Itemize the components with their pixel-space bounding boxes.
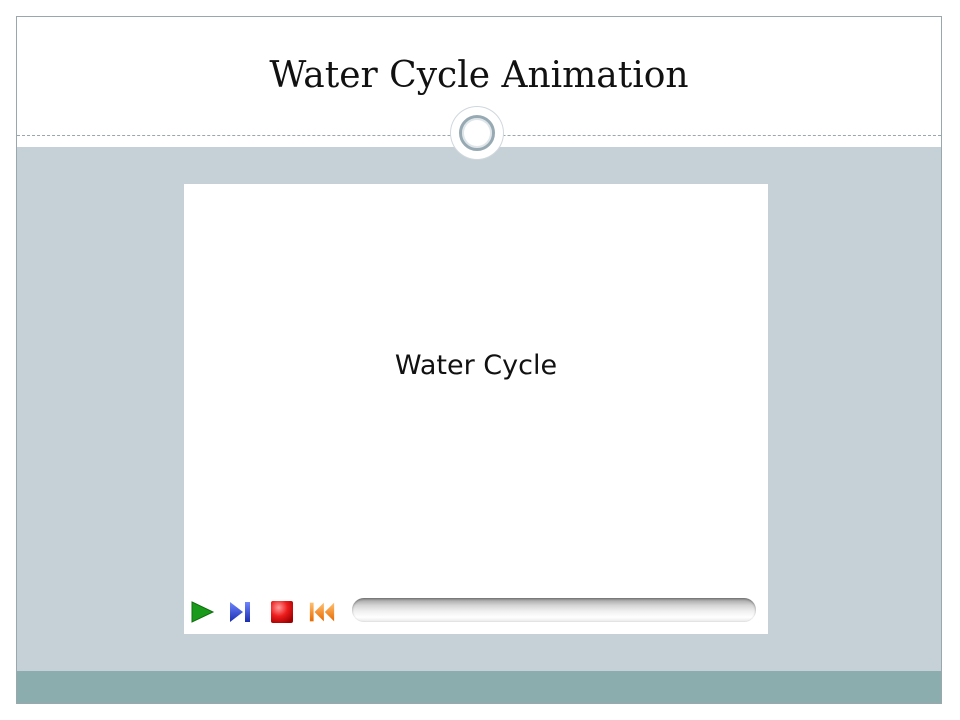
footer-band — [17, 671, 941, 703]
step-forward-button[interactable] — [226, 598, 254, 626]
animation-player: Water Cycle — [184, 184, 768, 634]
ornament-ring-inner — [459, 115, 495, 151]
stop-button[interactable] — [268, 598, 296, 626]
animation-caption: Water Cycle — [394, 350, 558, 381]
slide-title: Water Cycle Animation — [269, 55, 689, 96]
stop-icon — [271, 601, 293, 623]
rewind-button[interactable] — [308, 598, 336, 626]
slide: Water Cycle Animation Water Cycle — [16, 16, 942, 704]
ornament-ring-icon — [451, 107, 503, 159]
play-button[interactable] — [188, 598, 216, 626]
player-controls — [184, 586, 768, 634]
rewind-to-start-icon — [309, 602, 335, 622]
step-forward-icon — [230, 602, 250, 622]
seek-bar[interactable] — [352, 598, 756, 622]
play-icon — [191, 601, 215, 623]
